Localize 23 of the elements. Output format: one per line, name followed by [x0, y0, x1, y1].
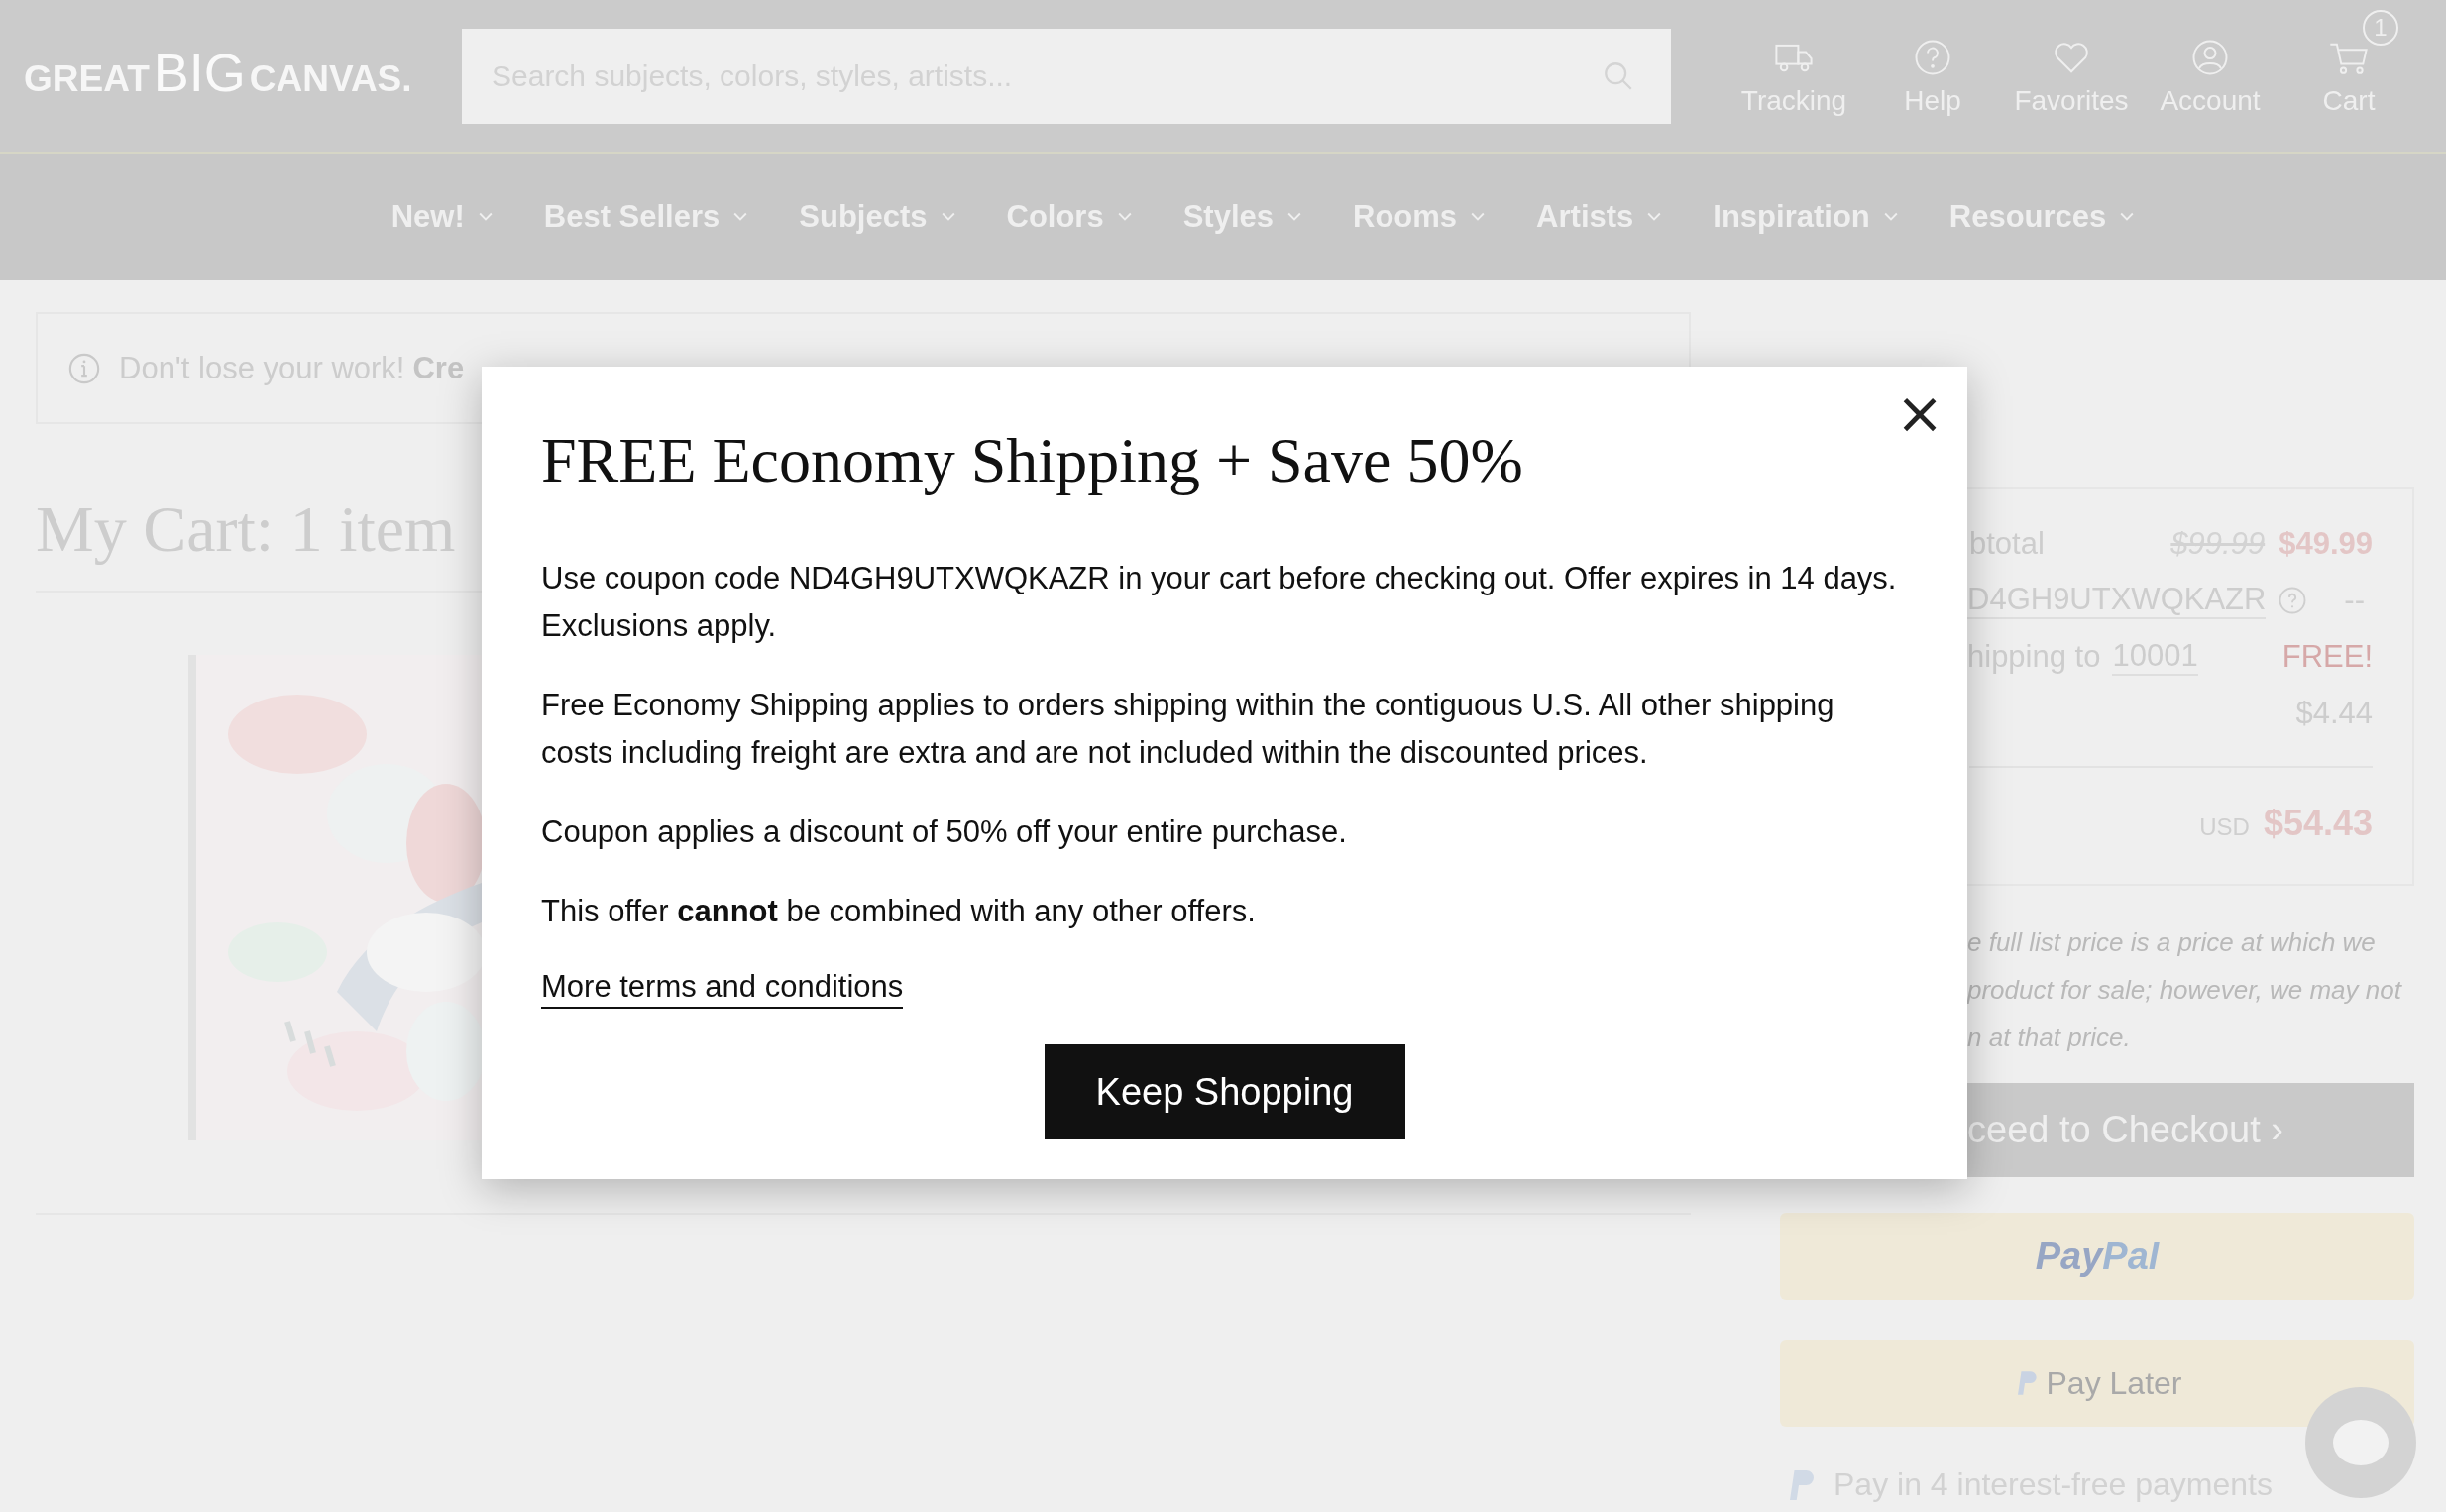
- chevron-down-icon: [2120, 212, 2135, 222]
- dialog-title: FREE Economy Shipping + Save 50%: [541, 424, 1524, 497]
- dialog-paragraph: Free Economy Shipping applies to orders shipping within the contiguous U.S. All other shipping costs including freight are extra and are not included within the discounted prices.: [541, 687, 1835, 772]
- shipping-value: FREE!: [2281, 638, 2373, 675]
- chevron-down-icon: [478, 212, 493, 222]
- keep-shopping-button[interactable]: Keep Shopping: [1044, 1044, 1405, 1139]
- close-button[interactable]: ×: [1890, 378, 1949, 448]
- paypal-button[interactable]: PayPal: [1780, 1213, 2414, 1300]
- chevron-down-icon: [1471, 212, 1486, 222]
- chevron-down-icon: [1883, 212, 1898, 222]
- chevron-down-icon: [733, 212, 748, 222]
- coupon-value: --: [2344, 582, 2365, 618]
- info-icon: [67, 351, 101, 385]
- chevron-down-icon: [941, 212, 955, 222]
- dialog-paragraph: This offer cannot be combined with any other offers.: [541, 893, 1257, 930]
- chevron-down-icon: [1647, 212, 1662, 222]
- pay-later-button[interactable]: Pay Later: [1780, 1340, 2414, 1427]
- chevron-down-icon: [1287, 212, 1302, 222]
- dialog-paragraph: Coupon applies a discount of 50% off your entire purchase.: [541, 813, 1348, 851]
- dialog-paragraph: Use coupon code ND4GH9UTXWQKAZR in your cart before checking out. Offer expires in 14 days. Exclusions apply.: [541, 560, 1898, 645]
- terms-link[interactable]: More terms and conditions: [541, 967, 904, 1009]
- chevron-down-icon: [1117, 212, 1132, 222]
- help-icon[interactable]: [2278, 585, 2308, 615]
